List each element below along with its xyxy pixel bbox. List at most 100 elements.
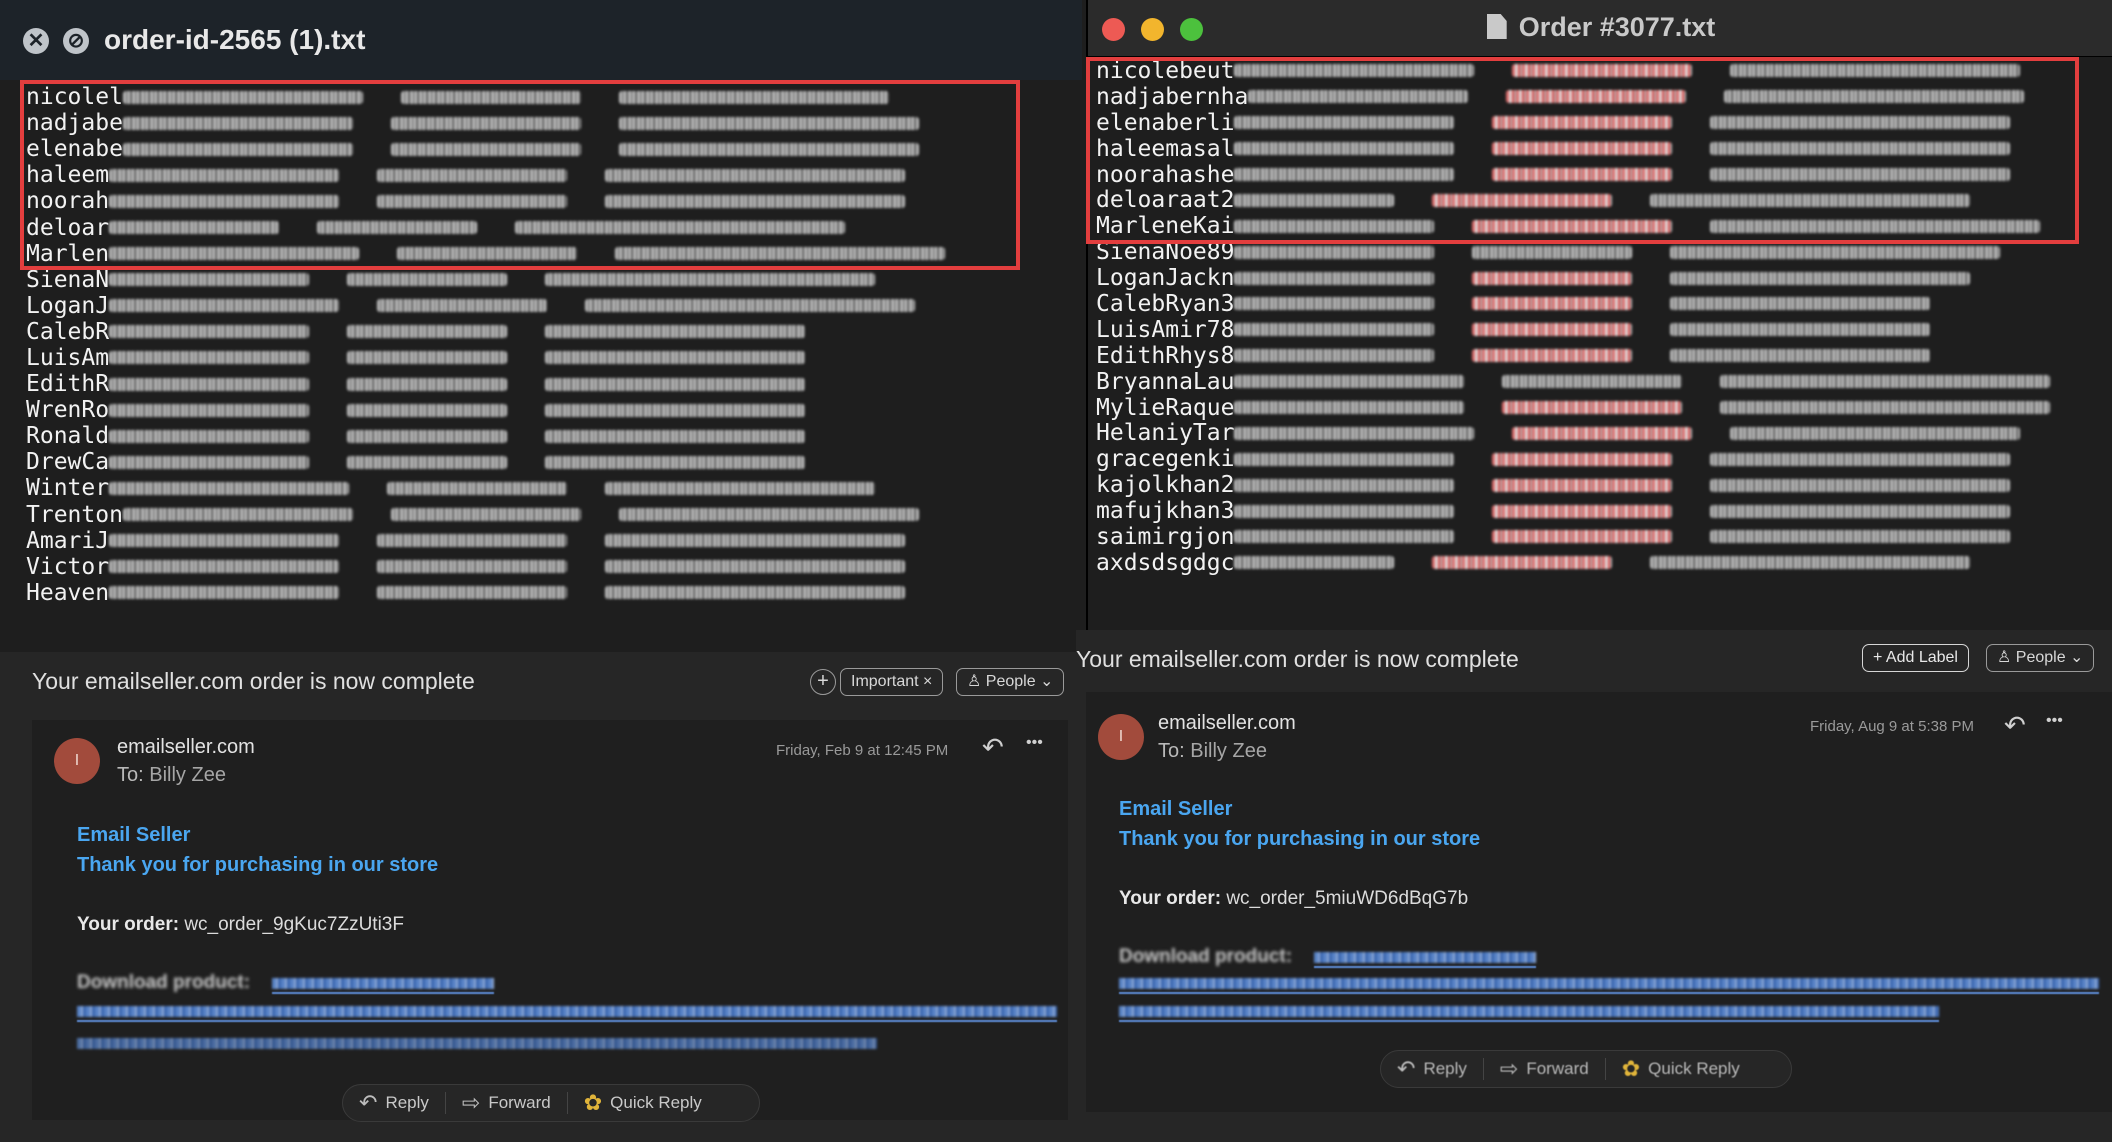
- download-link-line3[interactable]: [1119, 1006, 1939, 1017]
- order-line: Your order: wc_order_9gKuc7ZzUti3F: [77, 914, 404, 935]
- redacted-segment: [1472, 271, 1633, 285]
- redacted-segment: [1234, 375, 1465, 389]
- download-link[interactable]: [272, 978, 494, 989]
- left-highlight-box: [20, 80, 1020, 270]
- download-link-line2-underline: [1119, 992, 2099, 994]
- add-label-button[interactable]: + Add Label: [1862, 644, 1969, 672]
- text-line: axdsdsgdgc: [1096, 550, 2112, 576]
- email-message-card: I emailseller.com To: Billy Zee Friday, …: [1086, 692, 2112, 1112]
- reply-icon[interactable]: ↶: [982, 734, 1004, 760]
- text-line: Ronald: [26, 423, 1082, 449]
- order-id: wc_order_5miuWD6dBqG7b: [1226, 888, 1469, 909]
- redacted-segment: [1492, 530, 1673, 544]
- line-prefix: Ronald: [26, 423, 110, 450]
- forward-button[interactable]: ⇨ Forward: [446, 1090, 567, 1116]
- text-line: Victor: [26, 554, 1082, 580]
- text-line: SienaN: [26, 267, 1082, 293]
- redacted-segment: [1670, 297, 1931, 311]
- avatar: I: [1098, 714, 1144, 760]
- redacted-segment: [545, 325, 806, 339]
- text-line: AmariJ: [26, 528, 1082, 554]
- right-email-pane: Your emailseller.com order is now comple…: [1076, 630, 2112, 1142]
- redacted-segment: [1710, 478, 2011, 492]
- download-link-underline: [1314, 966, 1536, 968]
- reply-arrow-icon: ↶: [1397, 1056, 1416, 1081]
- line-prefix: SienaN: [26, 266, 110, 293]
- line-prefix: saimirgjon: [1096, 523, 1235, 550]
- redacted-segment: [1720, 375, 2051, 389]
- redacted-segment: [605, 560, 906, 574]
- redacted-segment: [1670, 323, 1931, 337]
- redacted-segment: [109, 481, 350, 495]
- download-link-line2-underline: [77, 1020, 1057, 1022]
- people-chip[interactable]: ♙ People ⌄: [956, 668, 1065, 696]
- redacted-segment: [1492, 478, 1673, 492]
- download-link-line2[interactable]: [1119, 978, 2099, 989]
- redacted-segment: [377, 299, 548, 313]
- reply-button[interactable]: ↶ Reply: [1381, 1056, 1483, 1082]
- people-chip[interactable]: ♙ People ⌄: [1986, 644, 2095, 672]
- download-link-line3-underline: [1119, 1020, 1939, 1022]
- download-link-line3[interactable]: [77, 1038, 877, 1049]
- email-message-card: I emailseller.com To: Billy Zee Friday, …: [32, 720, 1068, 1120]
- more-options-icon[interactable]: •••: [2046, 708, 2063, 734]
- redacted-segment: [1234, 271, 1435, 285]
- line-prefix: EdithR: [26, 371, 110, 398]
- redacted-segment: [1432, 556, 1613, 570]
- redacted-segment: [1234, 401, 1465, 415]
- quick-reply-icon: ✿: [583, 1090, 603, 1115]
- line-prefix: BryannaLau: [1096, 368, 1235, 395]
- reply-button[interactable]: ↶ Reply: [343, 1090, 445, 1116]
- add-label-button[interactable]: +: [810, 669, 836, 695]
- redacted-segment: [1492, 452, 1673, 466]
- redacted-segment: [347, 273, 508, 287]
- line-prefix: Trenton: [26, 501, 123, 528]
- quick-reply-button[interactable]: ✿ Quick Reply: [568, 1090, 718, 1116]
- download-link-line2[interactable]: [77, 1006, 1057, 1017]
- line-prefix: Heaven: [26, 579, 110, 606]
- redacted-segment: [347, 455, 508, 469]
- redacted-segment: [1234, 478, 1455, 492]
- text-line: CalebRyan3: [1096, 291, 2112, 317]
- reply-arrow-icon: ↶: [359, 1090, 378, 1115]
- redacted-segment: [1234, 349, 1435, 363]
- redacted-segment: [545, 429, 806, 443]
- recipient-name: Billy Zee: [1190, 740, 1267, 762]
- line-prefix: WrenRo: [26, 397, 110, 424]
- reply-icon[interactable]: ↶: [2004, 712, 2026, 738]
- redacted-segment: [1234, 426, 1475, 440]
- redacted-segment: [109, 299, 340, 313]
- label-chip-important[interactable]: Important ×: [840, 668, 944, 696]
- download-link[interactable]: [1314, 952, 1536, 963]
- redacted-segment: [109, 273, 310, 287]
- redacted-segment: [109, 534, 340, 548]
- forward-button[interactable]: ⇨ Forward: [1484, 1056, 1605, 1082]
- redacted-segment: [1472, 245, 1633, 259]
- redacted-segment: [545, 377, 806, 391]
- email-heading-thanks: Thank you for purchasing in our store: [77, 854, 439, 876]
- email-subject: Your emailseller.com order is now comple…: [32, 668, 475, 694]
- email-date: Friday, Aug 9 at 5:38 PM: [1810, 718, 1974, 735]
- order-line: Your order: wc_order_5miuWD6dBqG7b: [1119, 888, 1469, 909]
- close-icon[interactable]: ✕: [23, 28, 49, 54]
- reply-bar: ↶ Reply ⇨ Forward ✿ Quick Reply: [342, 1084, 760, 1122]
- text-line: BryannaLau: [1096, 369, 2112, 395]
- redacted-segment: [585, 299, 916, 313]
- text-line: saimirgjon: [1096, 524, 2112, 550]
- text-line: CalebR: [26, 319, 1082, 345]
- recipient-line: To: Billy Zee: [117, 764, 226, 786]
- redacted-segment: [109, 455, 310, 469]
- block-icon[interactable]: ⊘: [63, 28, 89, 54]
- line-prefix: CalebRyan3: [1096, 290, 1235, 317]
- more-options-icon[interactable]: •••: [1026, 730, 1043, 756]
- text-line: EdithRhys8: [1096, 343, 2112, 369]
- redacted-segment: [545, 273, 876, 287]
- left-email-pane: Your emailseller.com order is now comple…: [0, 652, 1084, 1142]
- line-prefix: Winter: [26, 475, 110, 502]
- quick-reply-button[interactable]: ✿ Quick Reply: [1606, 1056, 1756, 1082]
- redacted-segment: [1710, 530, 2011, 544]
- text-line: LoganJ: [26, 293, 1082, 319]
- line-prefix: kajolkhan2: [1096, 472, 1235, 499]
- redacted-segment: [1502, 375, 1683, 389]
- redacted-segment: [1650, 556, 1971, 570]
